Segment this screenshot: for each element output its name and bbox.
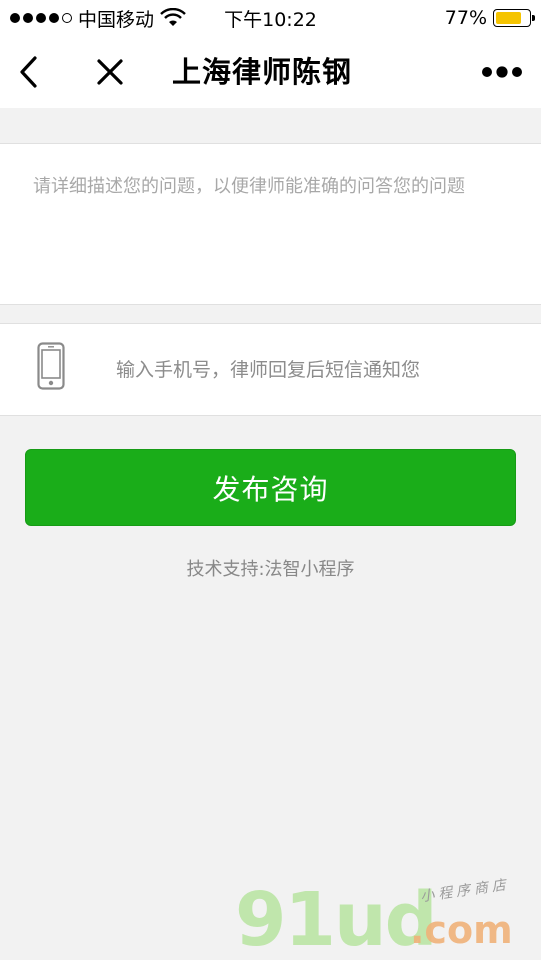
chevron-left-icon [20,56,37,88]
support-text: 技术支持:法智小程序 [186,559,355,580]
phone-input[interactable] [110,348,510,392]
watermark-dotcom: .com [410,908,513,952]
status-right: 77% [444,7,535,29]
question-input[interactable] [0,144,541,304]
close-button[interactable] [88,36,132,108]
mobile-phone-icon [37,342,65,390]
screen: 中国移动 下午10:22 77% 上海律师陈钢 请详细描述您的问题，以便律师能准… [0,0,541,960]
back-button[interactable] [6,36,50,108]
nav-bar: 上海律师陈钢 [0,36,541,108]
close-icon [97,59,123,85]
signal-icon [10,13,72,23]
status-left: 中国移动 [10,5,186,32]
carrier-label: 中国移动 [78,8,155,31]
status-bar: 中国移动 下午10:22 77% [0,0,541,36]
battery-fill [496,12,521,24]
battery-icon [493,9,535,27]
watermark-main: 91ud [235,877,438,960]
more-dots-icon [482,66,522,78]
submit-button[interactable]: 发布咨询 [25,449,516,526]
wifi-icon [160,8,186,26]
phone-row [0,323,541,416]
more-button[interactable] [477,36,527,108]
question-box [0,143,541,305]
battery-percent: 77% [444,7,487,29]
page-title: 上海律师陈钢 [172,55,353,89]
watermark-logo: 91ud .com 小程序商店 [235,877,541,960]
